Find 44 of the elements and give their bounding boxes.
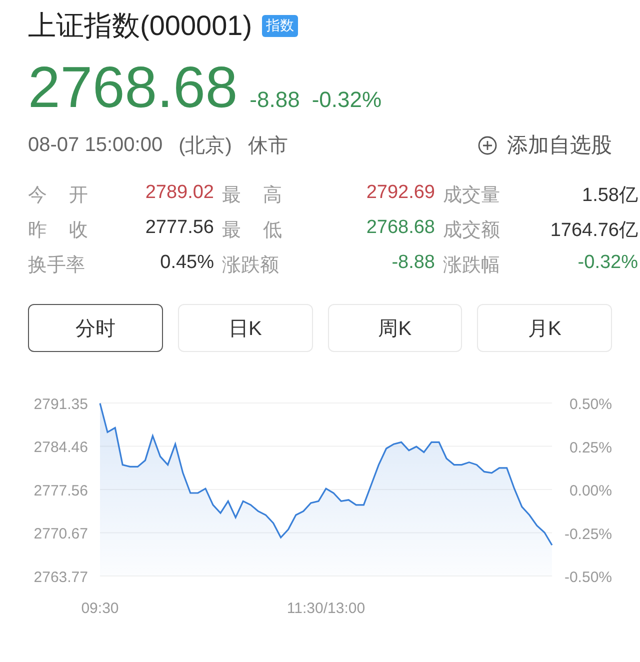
stat-label: 换手率 [28,254,85,278]
stat-label: 最高 [222,184,282,208]
timestamp: 08-07 15:00:00 [28,134,163,156]
stock-title: 上证指数(000001) [28,9,252,43]
stat-label: 涨跌幅 [443,254,500,278]
stat-value: -0.32% [578,252,638,275]
stat-value: 1764.76亿 [550,219,638,243]
stat-value: -8.88 [392,252,435,275]
axis-label: 11:30/13:00 [286,600,366,617]
add-watchlist-button[interactable]: 添加自选股 [478,131,612,159]
stat-label: 成交额 [443,219,500,243]
axis-label: 0.25% [569,439,612,456]
percent-change: -0.32% [312,87,382,113]
axis-label: 2770.67 [34,526,88,543]
stat-label: 涨跌额 [222,254,279,278]
axis-label: 2777.56 [34,482,88,500]
axis-label: -0.25% [564,526,612,543]
stat-value: 2777.56 [145,217,214,240]
stat-value: 2789.02 [145,182,214,205]
stat-value: 1.58亿 [582,184,638,208]
stat-label: 今开 [28,184,88,208]
period-tab[interactable]: 月K [477,304,612,352]
current-price: 2768.68 [28,56,238,120]
period-tab[interactable]: 分时 [28,304,163,352]
axis-label: 0.00% [569,482,612,500]
stat-label: 成交量 [443,184,500,208]
timezone: (北京) [178,134,232,158]
axis-label: 2763.77 [34,569,88,586]
market-status: 休市 [248,134,288,158]
axis-label: 2791.35 [34,396,88,413]
axis-label: 2784.46 [34,439,88,456]
axis-label: 09:30 [81,600,119,617]
stat-value: 0.45% [160,252,214,275]
stat-label: 最低 [222,219,282,243]
add-icon [478,136,497,154]
index-tag: 指数 [262,15,298,37]
axis-label: 0.50% [569,396,612,413]
period-tab[interactable]: 日K [178,304,312,352]
stat-value: 2792.69 [366,182,435,205]
period-tab[interactable]: 周K [328,304,462,352]
price-change: -8.88 [250,87,300,113]
stat-label: 昨收 [28,219,88,243]
stat-value: 2768.68 [366,217,435,240]
axis-label: -0.50% [564,569,612,586]
